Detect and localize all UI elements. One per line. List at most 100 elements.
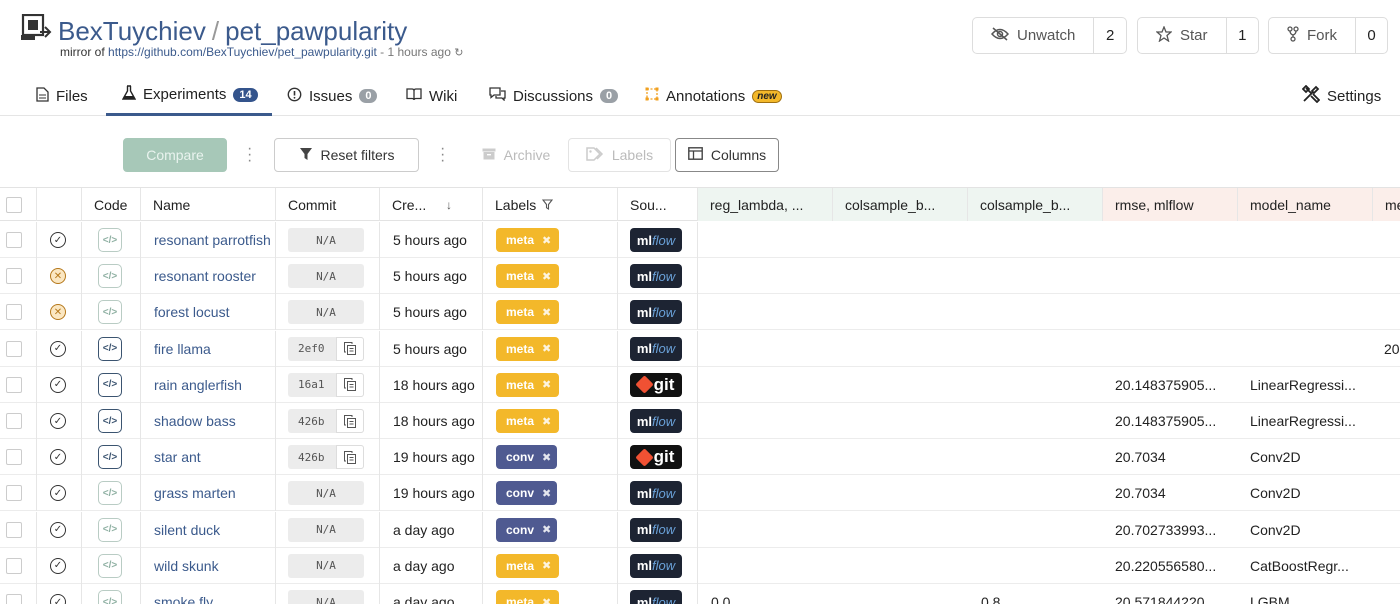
remove-label-icon[interactable]: ✖ xyxy=(542,378,551,391)
tab-experiments[interactable]: Experiments 14 xyxy=(106,76,272,116)
experiment-name-link[interactable]: star ant xyxy=(154,439,275,475)
label-pill[interactable]: meta ✖ xyxy=(496,553,559,578)
remove-label-icon[interactable]: ✖ xyxy=(542,523,551,536)
remove-label-icon[interactable]: ✖ xyxy=(542,451,551,464)
table-row[interactable]: ✓ </> star ant 426b 19 hours ago conv ✖ g… xyxy=(0,439,1400,476)
remove-label-icon[interactable]: ✖ xyxy=(542,559,551,572)
label-pill[interactable]: meta ✖ xyxy=(496,590,559,604)
code-icon[interactable]: </> xyxy=(98,409,122,433)
remove-label-icon[interactable]: ✖ xyxy=(542,270,551,283)
column-header-created[interactable]: Cre... ↓ xyxy=(380,188,483,221)
repo-owner-link[interactable]: BexTuychiev xyxy=(58,16,206,46)
column-header-colsample-2[interactable]: colsample_b... xyxy=(968,188,1103,221)
experiment-name-link[interactable]: shadow bass xyxy=(154,403,275,439)
row-checkbox[interactable] xyxy=(6,232,22,248)
select-all-checkbox[interactable] xyxy=(6,196,22,213)
column-header-model-name[interactable]: model_name xyxy=(1238,188,1373,221)
column-header-labels[interactable]: Labels xyxy=(483,188,618,221)
table-row[interactable]: ✓ </> shadow bass 426b 18 hours ago meta… xyxy=(0,403,1400,439)
table-row[interactable]: ✓ </> fire llama 2ef0 5 hours ago meta ✖ … xyxy=(0,330,1400,367)
tab-settings[interactable]: Settings xyxy=(1301,76,1381,116)
tab-annotations[interactable]: Annotations new xyxy=(645,76,782,116)
repo-name-link[interactable]: pet_pawpularity xyxy=(225,16,407,46)
remove-label-icon[interactable]: ✖ xyxy=(542,234,551,247)
remove-label-icon[interactable]: ✖ xyxy=(542,415,551,428)
tab-files[interactable]: Files xyxy=(36,76,88,116)
row-checkbox[interactable] xyxy=(6,413,22,429)
experiment-name-link[interactable]: smoke fly xyxy=(154,584,275,604)
table-row[interactable]: ✓ </> smoke fly N/A a day ago meta ✖ mlfl… xyxy=(0,584,1400,604)
column-header-commit[interactable]: Commit xyxy=(276,188,380,221)
unwatch-button[interactable]: Unwatch 2 xyxy=(972,17,1127,54)
experiment-name-link[interactable]: grass marten xyxy=(154,475,275,511)
commit-hash[interactable]: 16a1 xyxy=(288,372,364,397)
fork-button[interactable]: Fork 0 xyxy=(1268,17,1388,54)
code-icon[interactable]: </> xyxy=(98,481,122,506)
tab-issues[interactable]: Issues 0 xyxy=(287,76,378,116)
remove-label-icon[interactable]: ✖ xyxy=(542,306,551,319)
commit-hash[interactable]: 426b xyxy=(288,445,364,470)
watch-count[interactable]: 2 xyxy=(1094,18,1126,53)
reset-filters-button[interactable]: Reset filters xyxy=(274,138,419,172)
experiment-name-link[interactable]: resonant parrotfish xyxy=(154,222,275,258)
row-checkbox[interactable] xyxy=(6,340,22,357)
sort-arrow-icon[interactable]: ↓ xyxy=(446,198,452,212)
commit-hash[interactable]: 2ef0 xyxy=(288,336,364,361)
table-row[interactable]: ✓ </> rain anglerfish 16a1 18 hours ago … xyxy=(0,366,1400,403)
copy-icon[interactable] xyxy=(336,409,364,433)
label-pill[interactable]: meta ✖ xyxy=(496,336,559,361)
star-count[interactable]: 1 xyxy=(1227,18,1258,53)
row-checkbox[interactable] xyxy=(6,521,22,538)
row-checkbox[interactable] xyxy=(6,485,22,502)
column-header-source[interactable]: Sou... xyxy=(618,188,698,221)
label-pill[interactable]: meta ✖ xyxy=(496,264,559,289)
kebab-menu-icon[interactable]: · · · xyxy=(247,141,253,169)
label-pill[interactable]: meta ✖ xyxy=(496,228,559,252)
tab-discussions[interactable]: Discussions 0 xyxy=(489,76,619,116)
copy-icon[interactable] xyxy=(336,372,364,397)
code-icon[interactable]: </> xyxy=(98,590,122,604)
row-checkbox[interactable] xyxy=(6,557,22,574)
column-header-more[interactable]: me xyxy=(1373,188,1400,221)
experiment-name-link[interactable]: forest locust xyxy=(154,294,275,330)
archive-button[interactable]: Archive xyxy=(466,138,566,172)
table-row[interactable]: ✕ </> resonant rooster N/A 5 hours ago m… xyxy=(0,258,1400,295)
row-checkbox[interactable] xyxy=(6,594,22,604)
table-row[interactable]: ✓ </> grass marten N/A 19 hours ago conv… xyxy=(0,475,1400,512)
column-header-rmse[interactable]: rmse, mlflow xyxy=(1103,188,1238,221)
table-row[interactable]: ✓ </> wild skunk N/A a day ago meta ✖ mlf… xyxy=(0,547,1400,584)
columns-button[interactable]: Columns xyxy=(675,138,779,172)
column-header-code[interactable]: Code xyxy=(82,188,141,221)
copy-icon[interactable] xyxy=(336,336,364,361)
row-checkbox[interactable] xyxy=(6,304,22,321)
table-row[interactable]: ✓ </> resonant parrotfish N/A 5 hours ag… xyxy=(0,222,1400,258)
filter-funnel-icon[interactable] xyxy=(542,197,554,213)
experiment-name-link[interactable]: silent duck xyxy=(154,512,275,548)
code-icon[interactable]: </> xyxy=(98,228,122,252)
column-header-name[interactable]: Name xyxy=(141,188,276,221)
remove-label-icon[interactable]: ✖ xyxy=(542,596,551,604)
table-row[interactable]: ✓ </> silent duck N/A a day ago conv ✖ ml… xyxy=(0,511,1400,548)
star-button[interactable]: Star 1 xyxy=(1137,17,1259,54)
compare-button[interactable]: Compare xyxy=(123,138,227,172)
label-pill[interactable]: conv ✖ xyxy=(496,481,557,506)
refresh-icon[interactable]: ↻ xyxy=(454,47,463,59)
label-pill[interactable]: meta ✖ xyxy=(496,372,559,397)
column-header-reg-lambda[interactable]: reg_lambda, ... xyxy=(698,188,833,221)
kebab-menu-icon-2[interactable]: · · · xyxy=(440,141,446,169)
copy-icon[interactable] xyxy=(336,445,364,470)
experiment-name-link[interactable]: resonant rooster xyxy=(154,258,275,294)
experiment-name-link[interactable]: wild skunk xyxy=(154,548,275,584)
label-pill[interactable]: meta ✖ xyxy=(496,300,559,325)
mirror-url-link[interactable]: https://github.com/BexTuychiev/pet_pawpu… xyxy=(108,45,377,59)
remove-label-icon[interactable]: ✖ xyxy=(542,342,551,355)
label-pill[interactable]: conv ✖ xyxy=(496,517,557,542)
code-icon[interactable]: </> xyxy=(98,300,122,325)
fork-count[interactable]: 0 xyxy=(1356,18,1387,53)
label-pill[interactable]: meta ✖ xyxy=(496,409,559,433)
row-checkbox[interactable] xyxy=(6,449,22,466)
experiment-name-link[interactable]: rain anglerfish xyxy=(154,367,275,403)
code-icon[interactable]: </> xyxy=(98,445,122,470)
column-header-colsample-1[interactable]: colsample_b... xyxy=(833,188,968,221)
commit-hash[interactable]: 426b xyxy=(288,409,364,433)
